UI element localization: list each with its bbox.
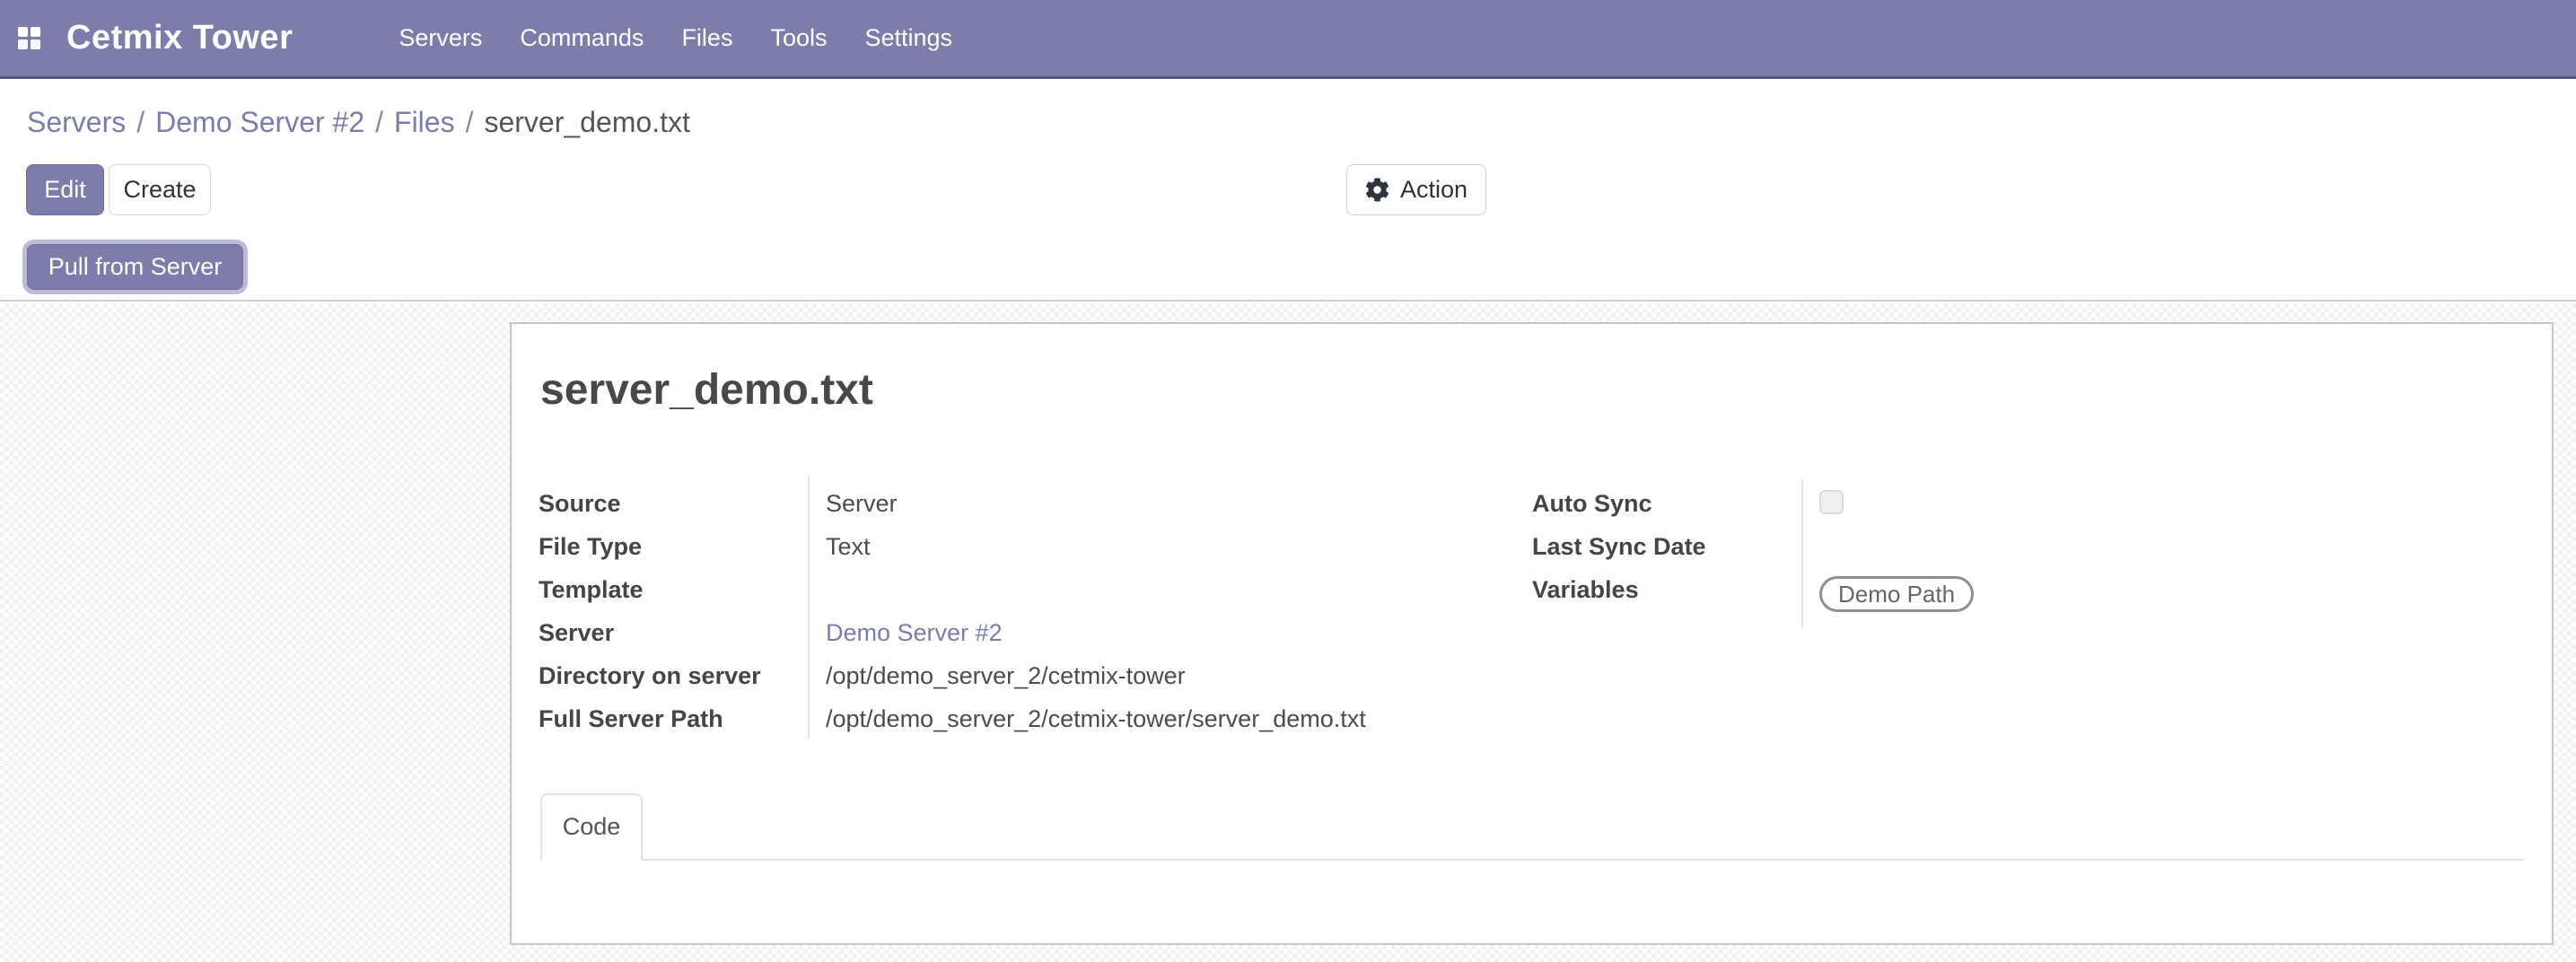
tab-code[interactable]: Code bbox=[540, 793, 643, 861]
breadcrumb-files[interactable]: Files bbox=[394, 106, 455, 138]
top-navbar: Cetmix Tower Servers Commands Files Tool… bbox=[0, 0, 2576, 79]
field-row-template: Template bbox=[539, 568, 1508, 611]
pull-from-server-button[interactable]: Pull from Server bbox=[27, 244, 243, 290]
field-row-file-type: File Type Text bbox=[539, 525, 1508, 568]
field-label: Last Sync Date bbox=[1532, 531, 1801, 562]
field-label: Auto Sync bbox=[1532, 488, 1801, 519]
action-button[interactable]: Action bbox=[1346, 164, 1486, 215]
group-separator bbox=[1801, 478, 1803, 629]
group-separator bbox=[808, 477, 810, 739]
breadcrumb-demo-server[interactable]: Demo Server #2 bbox=[155, 106, 364, 138]
main-menu: Servers Commands Files Tools Settings bbox=[399, 24, 952, 52]
create-button[interactable]: Create bbox=[109, 164, 211, 215]
field-value: Server bbox=[826, 488, 898, 519]
field-label: Directory on server bbox=[539, 660, 808, 691]
field-row-last-sync: Last Sync Date bbox=[1532, 525, 2250, 568]
auto-sync-checkbox[interactable] bbox=[1819, 490, 1844, 514]
action-button-label: Action bbox=[1400, 176, 1468, 204]
field-row-full-path: Full Server Path /opt/demo_server_2/cetm… bbox=[539, 697, 1508, 740]
field-group-right: Auto Sync Last Sync Date Variables Demo … bbox=[1532, 482, 2250, 612]
field-label: Template bbox=[539, 574, 808, 605]
field-label: Source bbox=[539, 488, 808, 519]
breadcrumb: Servers / Demo Server #2 / Files / server_demo… bbox=[27, 106, 690, 139]
field-row-source: Source Server bbox=[539, 482, 1508, 525]
control-panel: Servers / Demo Server #2 / Files / server_demo… bbox=[0, 82, 2576, 302]
app-brand: Cetmix Tower bbox=[66, 19, 293, 57]
field-label: File Type bbox=[539, 531, 808, 562]
menu-servers[interactable]: Servers bbox=[399, 24, 482, 52]
server-link[interactable]: Demo Server #2 bbox=[826, 617, 1003, 648]
breadcrumb-current: server_demo.txt bbox=[484, 106, 689, 138]
field-row-auto-sync: Auto Sync bbox=[1532, 482, 2250, 525]
menu-commands[interactable]: Commands bbox=[520, 24, 644, 52]
field-value: /opt/demo_server_2/cetmix-tower bbox=[826, 660, 1186, 691]
form-sheet: server_demo.txt Source Server File Type … bbox=[510, 322, 2554, 945]
breadcrumb-separator: / bbox=[375, 106, 383, 138]
tab-strip-line bbox=[540, 859, 2524, 861]
breadcrumb-separator: / bbox=[136, 106, 145, 138]
field-row-directory: Directory on server /opt/demo_server_2/c… bbox=[539, 654, 1508, 697]
field-value: /opt/demo_server_2/cetmix-tower/server_d… bbox=[826, 704, 1366, 734]
menu-files[interactable]: Files bbox=[681, 24, 732, 52]
breadcrumb-separator: / bbox=[466, 106, 474, 138]
field-group-left: Source Server File Type Text Template Se… bbox=[539, 482, 1508, 740]
variable-tag: Demo Path bbox=[1819, 576, 1974, 612]
gear-icon bbox=[1365, 178, 1389, 202]
field-value: Text bbox=[826, 531, 871, 562]
page-title: server_demo.txt bbox=[540, 365, 873, 415]
field-label: Full Server Path bbox=[539, 704, 808, 734]
edit-button[interactable]: Edit bbox=[26, 164, 104, 215]
field-label: Variables bbox=[1532, 574, 1801, 605]
menu-settings[interactable]: Settings bbox=[864, 24, 952, 52]
apps-grid-icon[interactable] bbox=[18, 27, 41, 49]
field-label: Server bbox=[539, 617, 808, 648]
field-row-server: Server Demo Server #2 bbox=[539, 611, 1508, 654]
breadcrumb-servers[interactable]: Servers bbox=[27, 106, 126, 138]
field-row-variables: Variables Demo Path bbox=[1532, 568, 2250, 612]
menu-tools[interactable]: Tools bbox=[770, 24, 827, 52]
